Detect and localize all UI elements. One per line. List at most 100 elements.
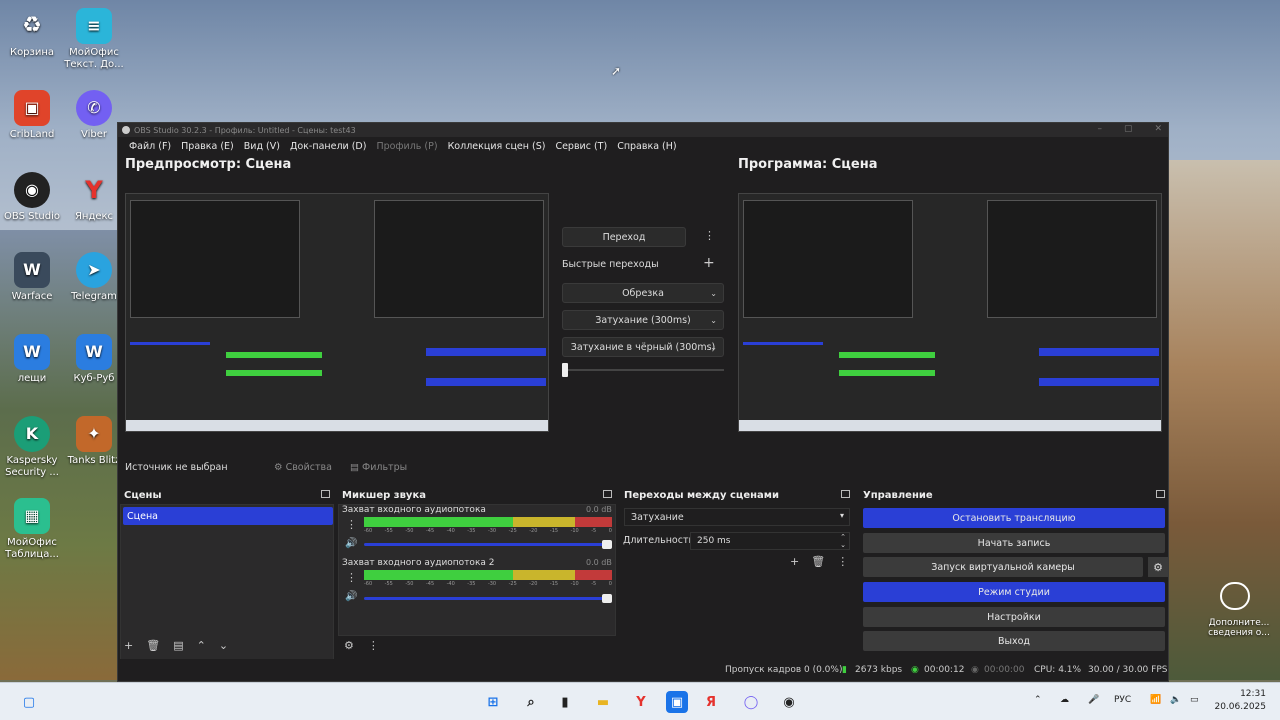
gear-icon[interactable]: ⚙ [344, 639, 354, 652]
stream-indicator-icon: ◉ [911, 665, 919, 675]
desktop-icon-kaspersky[interactable]: K Kaspersky Security ... [0, 416, 64, 479]
signal-bars-icon: ▮ [842, 665, 847, 675]
program-mini-meter-2 [839, 370, 935, 376]
quick-transition-fade[interactable]: Затухание (300ms) ⌄ [562, 310, 724, 330]
close-icon[interactable]: ✕ [1154, 124, 1162, 134]
transition-button[interactable]: Переход [562, 227, 686, 247]
arrow-up-icon[interactable]: ⌃ [197, 639, 206, 652]
menu-tools[interactable]: Сервис (T) [550, 141, 612, 152]
scenes-toolbar: + 🗑 ▤ ⌃ ⌄ [124, 639, 228, 652]
more-vert-icon[interactable]: ⋮ [346, 571, 357, 584]
filter-icon[interactable]: ▤ [173, 639, 183, 652]
more-vert-icon[interactable]: ⋮ [837, 555, 848, 568]
widget-circle-icon[interactable] [1220, 582, 1250, 610]
menu-help[interactable]: Справка (H) [612, 141, 681, 152]
virtual-camera-settings-icon[interactable]: ⚙ [1148, 557, 1168, 577]
exit-button[interactable]: Выход [863, 631, 1165, 651]
desktop-icon-recycle-bin[interactable]: ♻ Корзина [0, 8, 64, 59]
alice-icon[interactable]: ◯ [740, 691, 762, 713]
clock[interactable]: 12:31 20.06.2025 [1208, 688, 1266, 714]
quick-transition-cut[interactable]: Обрезка ⌄ [562, 283, 724, 303]
quick-transition-fade-black[interactable]: Затухание в чёрный (300ms) ⌄ [562, 337, 724, 357]
program-nested-left [743, 200, 913, 318]
volume-slider-handle[interactable] [602, 540, 612, 549]
arrow-down-icon[interactable]: ⌄ [219, 639, 228, 652]
start-virtual-camera-button[interactable]: Запуск виртуальной камеры [863, 557, 1143, 577]
studio-mode-button[interactable]: Режим студии [863, 582, 1165, 602]
start-icon[interactable]: ⊞ [482, 691, 504, 713]
filters-button[interactable]: ▤ Фильтры [350, 462, 407, 473]
store-icon[interactable]: ▣ [666, 691, 688, 713]
trash-icon[interactable]: 🗑 [811, 555, 825, 568]
menu-profile[interactable]: Профиль (P) [371, 141, 442, 152]
more-vert-icon[interactable]: ⋮ [704, 229, 715, 242]
file-explorer-icon[interactable]: ▬ [592, 691, 614, 713]
side-widget-text[interactable]: Дополните... сведения о... [1200, 618, 1278, 638]
dock-float-icon[interactable] [321, 490, 330, 498]
dock-float-icon[interactable] [1156, 490, 1165, 498]
battery-icon[interactable]: ▭ [1190, 695, 1199, 705]
more-vert-icon[interactable]: ⋮ [346, 518, 357, 531]
maximize-icon[interactable]: ▢ [1124, 124, 1133, 134]
spin-arrows-icon[interactable]: ⌃ ⌄ [840, 533, 846, 549]
scene-item[interactable]: Сцена [123, 507, 333, 525]
desktop-icon-obs[interactable]: ◉ OBS Studio [0, 172, 64, 223]
minimize-icon[interactable]: – [1097, 124, 1102, 134]
start-recording-button[interactable]: Начать запись [863, 533, 1165, 553]
taskbar: ▢ ⊞ ⌕ ▮ ▬ Y ▣ Я ◯ ◉ ⌃ ☁ 🎤 РУС 📶 🔈 ▭ 12:3… [0, 682, 1280, 720]
stop-streaming-button[interactable]: Остановить трансляцию [863, 508, 1165, 528]
window-title: OBS Studio 30.2.3 - Профиль: Untitled - … [134, 125, 356, 135]
wifi-icon[interactable]: 📶 [1150, 695, 1161, 705]
cloud-icon[interactable]: ☁ [1060, 695, 1069, 705]
obs-logo-icon [122, 126, 130, 134]
volume-meter [364, 570, 612, 580]
menu-file[interactable]: Файл (F) [124, 141, 176, 152]
volume-slider[interactable] [364, 540, 612, 549]
obs-taskbar-icon[interactable]: ◉ [778, 691, 800, 713]
trash-icon[interactable]: 🗑 [146, 639, 160, 652]
preview-mini-control [426, 348, 546, 356]
desktop-icon-warface[interactable]: W Warface [0, 252, 64, 303]
yandex-icon[interactable]: Я [700, 691, 722, 713]
desktop-icon-doc-leshchi[interactable]: W лещи [0, 334, 64, 385]
speaker-icon[interactable]: 🔊 [345, 591, 357, 602]
menu-scene-collection[interactable]: Коллекция сцен (S) [443, 141, 551, 152]
task-view-icon[interactable]: ▮ [554, 691, 576, 713]
tray-chevron-icon[interactable]: ⌃ [1034, 695, 1042, 705]
settings-button[interactable]: Настройки [863, 607, 1165, 627]
volume-icon[interactable]: 🔈 [1170, 695, 1181, 705]
language-indicator[interactable]: РУС [1114, 695, 1131, 705]
volume-slider[interactable] [364, 594, 612, 603]
desktop-icon-cribland[interactable]: ▣ CribLand [0, 90, 64, 141]
add-icon[interactable]: + [124, 639, 133, 652]
desktop-icon-myoffice-text[interactable]: ≡ МойОфис Текст. До... [62, 8, 126, 71]
dock-float-icon[interactable] [603, 490, 612, 498]
add-quick-transition-icon[interactable]: + [703, 255, 715, 271]
transition-slider[interactable] [562, 369, 724, 371]
search-icon[interactable]: ⌕ [520, 691, 542, 713]
dock-float-icon[interactable] [841, 490, 850, 498]
widgets-icon[interactable]: ▢ [18, 691, 40, 713]
more-vert-icon[interactable]: ⋮ [368, 639, 379, 652]
yandex-browser-icon[interactable]: Y [630, 691, 652, 713]
add-icon[interactable]: + [790, 555, 799, 568]
word-doc-icon: W [76, 334, 112, 370]
menu-docks[interactable]: Док-панели (D) [285, 141, 371, 152]
quick-transitions-label: Быстрые переходы [562, 259, 659, 270]
duration-spinbox[interactable]: 250 ms ⌃ ⌄ [690, 532, 850, 550]
mic-icon[interactable]: 🎤 [1088, 695, 1099, 705]
speaker-icon[interactable]: 🔊 [345, 538, 357, 549]
program-nested-right [987, 200, 1157, 318]
bitrate: 2673 kbps [855, 665, 903, 675]
transition-slider-handle[interactable] [562, 363, 568, 377]
transitions-dock-header: Переходы между сценами [624, 487, 852, 503]
program-mini-scene [743, 342, 823, 345]
menu-edit[interactable]: Правка (E) [176, 141, 239, 152]
transition-select[interactable]: Затухание ▾ [624, 508, 850, 526]
volume-slider-handle[interactable] [602, 594, 612, 603]
menu-view[interactable]: Вид (V) [239, 141, 285, 152]
dropped-frames: Пропуск кадров 0 (0.0%) [725, 665, 843, 675]
properties-button[interactable]: ⚙ Свойства [274, 462, 332, 473]
desktop-icon-myoffice-table[interactable]: ▦ МойОфис Таблица... [0, 498, 64, 561]
preview-canvas[interactable] [125, 193, 549, 432]
